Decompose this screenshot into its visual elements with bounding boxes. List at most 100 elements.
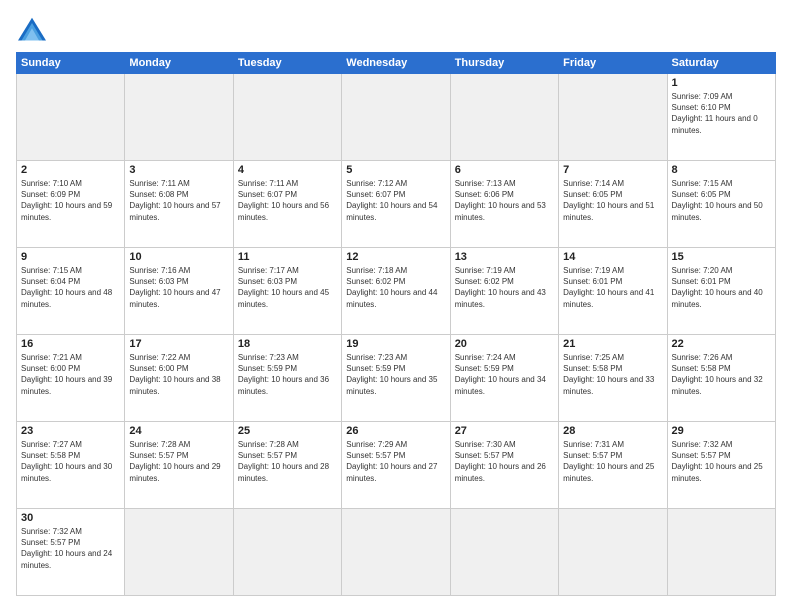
day-number: 9 bbox=[21, 251, 120, 263]
calendar-cell: 8 Sunrise: 7:15 AMSunset: 6:05 PMDaylight… bbox=[667, 161, 775, 248]
day-info: Sunrise: 7:13 AMSunset: 6:06 PMDaylight:… bbox=[455, 178, 554, 223]
day-info: Sunrise: 7:09 AMSunset: 6:10 PMDaylight:… bbox=[672, 91, 771, 136]
day-info: Sunrise: 7:31 AMSunset: 5:57 PMDaylight:… bbox=[563, 439, 662, 484]
day-info: Sunrise: 7:32 AMSunset: 5:57 PMDaylight:… bbox=[672, 439, 771, 484]
day-info: Sunrise: 7:18 AMSunset: 6:02 PMDaylight:… bbox=[346, 265, 445, 310]
logo-icon bbox=[16, 16, 48, 44]
day-number: 8 bbox=[672, 164, 771, 176]
week-row-0: 1 Sunrise: 7:09 AMSunset: 6:10 PMDaylight… bbox=[17, 74, 776, 161]
week-row-5: 30Sunrise: 7:32 AMSunset: 5:57 PMDayligh… bbox=[17, 509, 776, 596]
calendar-cell bbox=[17, 74, 125, 161]
calendar-cell bbox=[559, 74, 667, 161]
day-info: Sunrise: 7:10 AMSunset: 6:09 PMDaylight:… bbox=[21, 178, 120, 223]
weekday-header-thursday: Thursday bbox=[450, 53, 558, 74]
calendar-cell: 24 Sunrise: 7:28 AMSunset: 5:57 PMDayligh… bbox=[125, 422, 233, 509]
day-number: 28 bbox=[563, 425, 662, 437]
calendar-cell: 13 Sunrise: 7:19 AMSunset: 6:02 PMDayligh… bbox=[450, 248, 558, 335]
week-row-1: 2 Sunrise: 7:10 AMSunset: 6:09 PMDaylight… bbox=[17, 161, 776, 248]
day-info: Sunrise: 7:21 AMSunset: 6:00 PMDaylight:… bbox=[21, 352, 120, 397]
weekday-header-row: SundayMondayTuesdayWednesdayThursdayFrid… bbox=[17, 53, 776, 74]
day-number: 21 bbox=[563, 338, 662, 350]
logo bbox=[16, 16, 52, 44]
day-number: 24 bbox=[129, 425, 228, 437]
day-number: 7 bbox=[563, 164, 662, 176]
calendar-cell: 26 Sunrise: 7:29 AMSunset: 5:57 PMDayligh… bbox=[342, 422, 450, 509]
calendar: SundayMondayTuesdayWednesdayThursdayFrid… bbox=[16, 52, 776, 596]
calendar-cell: 14Sunrise: 7:19 AMSunset: 6:01 PMDayligh… bbox=[559, 248, 667, 335]
calendar-cell bbox=[125, 74, 233, 161]
day-number: 29 bbox=[672, 425, 771, 437]
calendar-cell bbox=[559, 509, 667, 596]
calendar-cell: 15 Sunrise: 7:20 AMSunset: 6:01 PMDayligh… bbox=[667, 248, 775, 335]
weekday-header-tuesday: Tuesday bbox=[233, 53, 341, 74]
day-info: Sunrise: 7:27 AMSunset: 5:58 PMDaylight:… bbox=[21, 439, 120, 484]
day-info: Sunrise: 7:15 AMSunset: 6:04 PMDaylight:… bbox=[21, 265, 120, 310]
weekday-header-sunday: Sunday bbox=[17, 53, 125, 74]
calendar-cell: 19Sunrise: 7:23 AMSunset: 5:59 PMDayligh… bbox=[342, 335, 450, 422]
day-number: 2 bbox=[21, 164, 120, 176]
day-number: 4 bbox=[238, 164, 337, 176]
calendar-cell bbox=[450, 509, 558, 596]
day-info: Sunrise: 7:22 AMSunset: 6:00 PMDaylight:… bbox=[129, 352, 228, 397]
day-info: Sunrise: 7:26 AMSunset: 5:58 PMDaylight:… bbox=[672, 352, 771, 397]
calendar-cell: 22Sunrise: 7:26 AMSunset: 5:58 PMDayligh… bbox=[667, 335, 775, 422]
calendar-cell: 29 Sunrise: 7:32 AMSunset: 5:57 PMDayligh… bbox=[667, 422, 775, 509]
calendar-cell bbox=[667, 509, 775, 596]
day-info: Sunrise: 7:28 AMSunset: 5:57 PMDaylight:… bbox=[129, 439, 228, 484]
day-info: Sunrise: 7:28 AMSunset: 5:57 PMDaylight:… bbox=[238, 439, 337, 484]
day-info: Sunrise: 7:20 AMSunset: 6:01 PMDaylight:… bbox=[672, 265, 771, 310]
day-number: 1 bbox=[672, 77, 771, 89]
day-info: Sunrise: 7:23 AMSunset: 5:59 PMDaylight:… bbox=[238, 352, 337, 397]
calendar-cell bbox=[450, 74, 558, 161]
day-info: Sunrise: 7:32 AMSunset: 5:57 PMDaylight:… bbox=[21, 526, 120, 571]
day-number: 23 bbox=[21, 425, 120, 437]
day-info: Sunrise: 7:15 AMSunset: 6:05 PMDaylight:… bbox=[672, 178, 771, 223]
calendar-cell: 9 Sunrise: 7:15 AMSunset: 6:04 PMDaylight… bbox=[17, 248, 125, 335]
day-info: Sunrise: 7:19 AMSunset: 6:02 PMDaylight:… bbox=[455, 265, 554, 310]
calendar-cell: 12 Sunrise: 7:18 AMSunset: 6:02 PMDayligh… bbox=[342, 248, 450, 335]
calendar-cell: 28 Sunrise: 7:31 AMSunset: 5:57 PMDayligh… bbox=[559, 422, 667, 509]
week-row-3: 16 Sunrise: 7:21 AMSunset: 6:00 PMDayligh… bbox=[17, 335, 776, 422]
weekday-header-saturday: Saturday bbox=[667, 53, 775, 74]
calendar-cell bbox=[342, 509, 450, 596]
day-number: 5 bbox=[346, 164, 445, 176]
calendar-cell: 10Sunrise: 7:16 AMSunset: 6:03 PMDayligh… bbox=[125, 248, 233, 335]
day-number: 17 bbox=[129, 338, 228, 350]
day-number: 26 bbox=[346, 425, 445, 437]
calendar-cell: 2 Sunrise: 7:10 AMSunset: 6:09 PMDaylight… bbox=[17, 161, 125, 248]
calendar-cell: 3 Sunrise: 7:11 AMSunset: 6:08 PMDaylight… bbox=[125, 161, 233, 248]
day-number: 19 bbox=[346, 338, 445, 350]
weekday-header-wednesday: Wednesday bbox=[342, 53, 450, 74]
calendar-cell bbox=[125, 509, 233, 596]
header bbox=[16, 16, 776, 44]
day-number: 11 bbox=[238, 251, 337, 263]
page: SundayMondayTuesdayWednesdayThursdayFrid… bbox=[0, 0, 792, 612]
day-number: 3 bbox=[129, 164, 228, 176]
day-number: 6 bbox=[455, 164, 554, 176]
calendar-cell bbox=[342, 74, 450, 161]
calendar-cell: 23 Sunrise: 7:27 AMSunset: 5:58 PMDayligh… bbox=[17, 422, 125, 509]
day-info: Sunrise: 7:11 AMSunset: 6:08 PMDaylight:… bbox=[129, 178, 228, 223]
day-number: 13 bbox=[455, 251, 554, 263]
calendar-cell: 30Sunrise: 7:32 AMSunset: 5:57 PMDayligh… bbox=[17, 509, 125, 596]
calendar-cell: 27Sunrise: 7:30 AMSunset: 5:57 PMDayligh… bbox=[450, 422, 558, 509]
calendar-cell: 1 Sunrise: 7:09 AMSunset: 6:10 PMDaylight… bbox=[667, 74, 775, 161]
day-number: 18 bbox=[238, 338, 337, 350]
day-info: Sunrise: 7:16 AMSunset: 6:03 PMDaylight:… bbox=[129, 265, 228, 310]
calendar-cell: 25Sunrise: 7:28 AMSunset: 5:57 PMDayligh… bbox=[233, 422, 341, 509]
calendar-cell: 18 Sunrise: 7:23 AMSunset: 5:59 PMDayligh… bbox=[233, 335, 341, 422]
calendar-cell: 21 Sunrise: 7:25 AMSunset: 5:58 PMDayligh… bbox=[559, 335, 667, 422]
day-number: 12 bbox=[346, 251, 445, 263]
week-row-2: 9 Sunrise: 7:15 AMSunset: 6:04 PMDaylight… bbox=[17, 248, 776, 335]
day-info: Sunrise: 7:25 AMSunset: 5:58 PMDaylight:… bbox=[563, 352, 662, 397]
day-number: 16 bbox=[21, 338, 120, 350]
weekday-header-friday: Friday bbox=[559, 53, 667, 74]
day-info: Sunrise: 7:29 AMSunset: 5:57 PMDaylight:… bbox=[346, 439, 445, 484]
weekday-header-monday: Monday bbox=[125, 53, 233, 74]
calendar-cell: 5 Sunrise: 7:12 AMSunset: 6:07 PMDaylight… bbox=[342, 161, 450, 248]
day-info: Sunrise: 7:12 AMSunset: 6:07 PMDaylight:… bbox=[346, 178, 445, 223]
calendar-cell: 11Sunrise: 7:17 AMSunset: 6:03 PMDayligh… bbox=[233, 248, 341, 335]
day-number: 27 bbox=[455, 425, 554, 437]
day-number: 15 bbox=[672, 251, 771, 263]
day-info: Sunrise: 7:14 AMSunset: 6:05 PMDaylight:… bbox=[563, 178, 662, 223]
